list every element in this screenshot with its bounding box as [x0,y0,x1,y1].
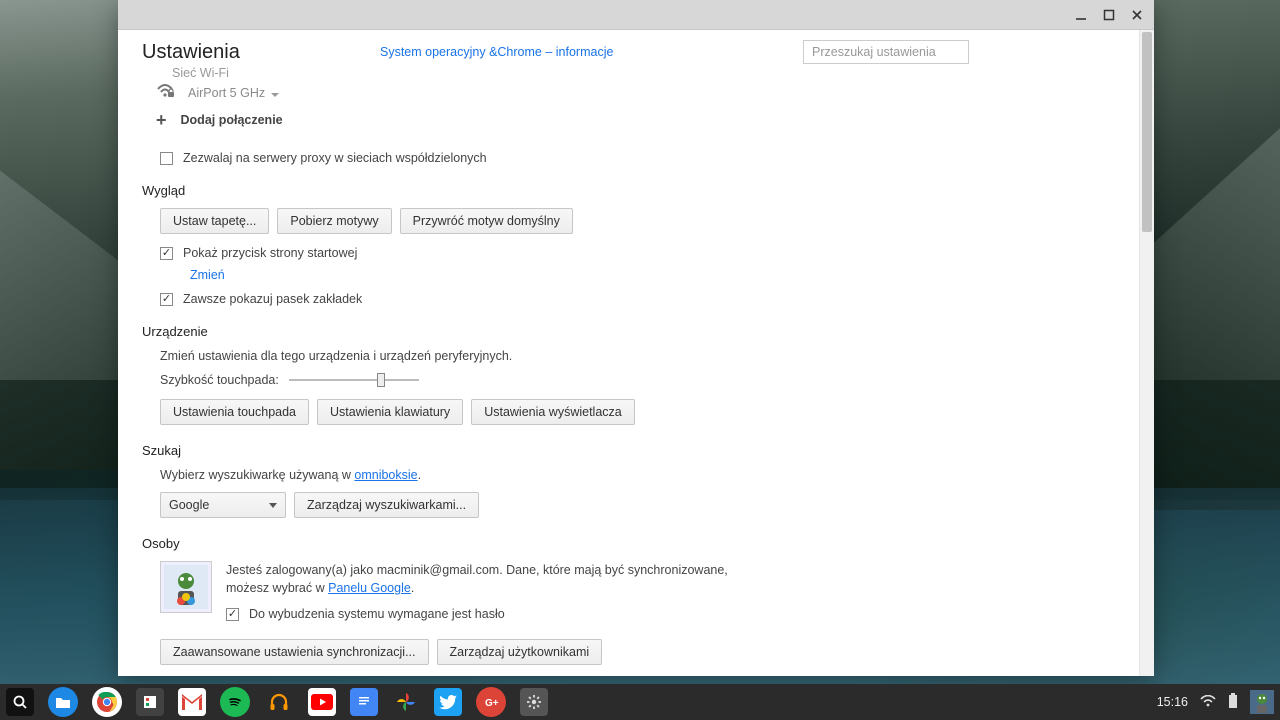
advanced-sync-settings-button[interactable]: Zaawansowane ustawienia synchronizacji..… [160,639,429,665]
proxy-checkbox-label: Zezwalaj na serwery proxy w sieciach wsp… [183,151,487,165]
settings-content: Ustawienia System operacyjny &Chrome – i… [118,30,1139,676]
wifi-section-label: Sieć Wi-Fi [172,66,1139,80]
chromeos-shelf: G+ 15:16 [0,684,1280,720]
set-wallpaper-button[interactable]: Ustaw tapetę... [160,208,269,234]
docs-app-icon[interactable] [350,688,378,716]
chevron-down-icon [271,93,279,97]
vertical-scrollbar[interactable] [1139,30,1154,676]
window-maximize-button[interactable] [1102,8,1116,22]
show-home-button-label: Pokaż przycisk strony startowej [183,246,357,260]
current-network-dropdown[interactable]: AirPort 5 GHz [188,86,279,100]
section-people-heading: Osoby [142,536,1139,551]
clock: 15:16 [1157,695,1188,709]
show-bookmarks-bar-checkbox[interactable] [160,293,173,306]
reset-theme-button[interactable]: Przywróć motyw domyślny [400,208,573,234]
get-themes-button[interactable]: Pobierz motywy [277,208,391,234]
wifi-status-icon [1200,695,1216,710]
search-description: Wybierz wyszukiwarkę używaną w omniboksi… [160,468,1139,482]
section-appearance-heading: Wygląd [142,183,1139,198]
chevron-down-icon [269,503,277,508]
window-close-button[interactable] [1130,8,1144,22]
section-search-heading: Szukaj [142,443,1139,458]
keyboard-settings-button[interactable]: Ustawienia klawiatury [317,399,463,425]
device-description: Zmień ustawienia dla tego urządzenia i u… [160,349,1139,363]
youtube-app-icon[interactable] [308,688,336,716]
signed-in-text: Jesteś zalogowany(a) jako macminik@gmail… [226,561,746,597]
settings-search-input[interactable] [803,40,969,64]
manage-users-button[interactable]: Zarządzaj użytkownikami [437,639,603,665]
battery-status-icon [1228,693,1238,712]
user-avatar [160,561,212,613]
chrome-app-icon[interactable] [92,687,122,717]
scrollbar-thumb[interactable] [1142,32,1152,232]
search-engine-select[interactable]: Google [160,492,286,518]
gmail-app-icon[interactable] [178,688,206,716]
settings-window: Ustawienia System operacyjny &Chrome – i… [118,0,1154,676]
photos-app-icon[interactable] [392,688,420,716]
show-home-button-checkbox[interactable] [160,247,173,260]
touchpad-speed-slider[interactable] [289,377,419,383]
files-app-icon[interactable] [48,687,78,717]
chrome-info-link[interactable]: System operacyjny &Chrome – informacje [380,45,613,59]
add-connection-button[interactable]: Dodaj połączenie [181,113,283,127]
plus-icon: + [156,111,167,129]
section-device-heading: Urządzenie [142,324,1139,339]
svg-text:G+: G+ [485,698,499,708]
show-bookmarks-bar-label: Zawsze pokazuj pasek zakładek [183,292,362,306]
manage-search-engines-button[interactable]: Zarządzaj wyszukiwarkami... [294,492,479,518]
status-tray[interactable]: 15:16 [1157,690,1274,714]
wifi-lock-icon [156,84,174,101]
spotify-app-icon[interactable] [220,687,250,717]
proxy-checkbox[interactable] [160,152,173,165]
display-settings-button[interactable]: Ustawienia wyświetlacza [471,399,635,425]
launcher-search-icon[interactable] [6,688,34,716]
touchpad-speed-label: Szybkość touchpada: [160,373,279,387]
omnibox-link[interactable]: omniboksie [354,468,417,482]
settings-shelf-icon[interactable] [520,688,548,716]
page-title: Ustawienia [142,41,360,64]
headphones-app-icon[interactable] [264,687,294,717]
window-minimize-button[interactable] [1074,8,1088,22]
status-avatar [1250,690,1274,714]
touchpad-settings-button[interactable]: Ustawienia touchpada [160,399,309,425]
change-home-page-link[interactable]: Zmień [190,268,225,282]
app-icon-generic[interactable] [136,688,164,716]
wake-password-label: Do wybudzenia systemu wymagane jest hasł… [249,607,505,621]
window-titlebar [118,0,1154,30]
google-plus-app-icon[interactable]: G+ [476,687,506,717]
wake-password-checkbox[interactable] [226,608,239,621]
twitter-app-icon[interactable] [434,688,462,716]
google-panel-link[interactable]: Panelu Google [328,581,411,595]
